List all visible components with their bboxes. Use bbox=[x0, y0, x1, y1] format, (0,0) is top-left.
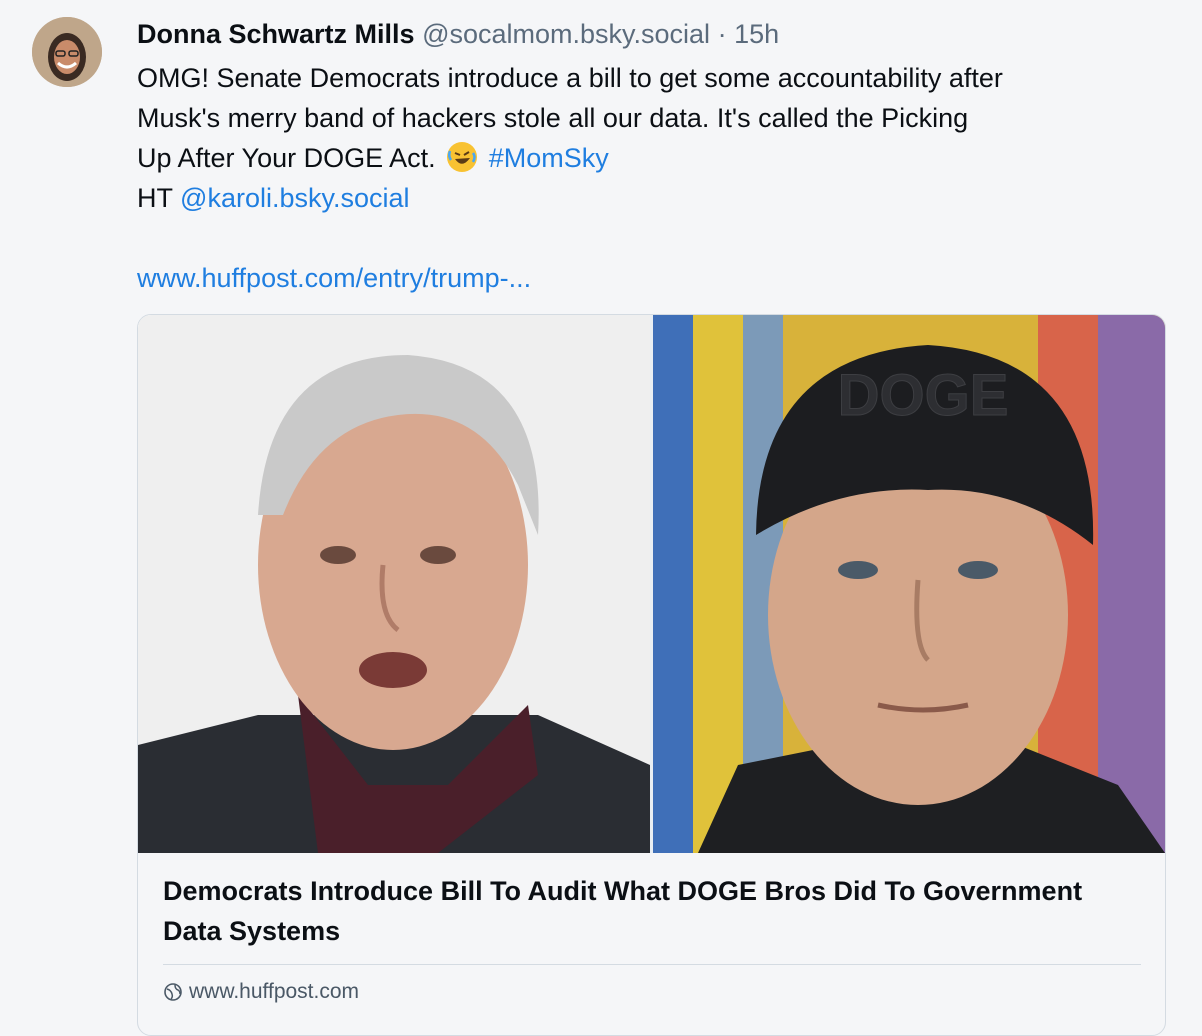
post-text-spacer bbox=[137, 218, 1182, 258]
header-separator: · bbox=[717, 19, 727, 49]
post: Donna Schwartz Mills @socalmom.bsky.soci… bbox=[0, 0, 1202, 1036]
link-preview-title[interactable]: Democrats Introduce Bill To Audit What D… bbox=[163, 871, 1143, 951]
post-text-line: Up After Your DOGE Act. #MomSky bbox=[137, 138, 1182, 178]
post-text-line: Musk's merry band of hackers stole all o… bbox=[137, 103, 969, 133]
link-preview-image[interactable]: DOGE bbox=[138, 315, 1165, 853]
hashtag-link[interactable]: #MomSky bbox=[489, 143, 609, 173]
link-preview-domain-text: www.huffpost.com bbox=[189, 980, 360, 1003]
cap-text: DOGE bbox=[838, 363, 1009, 428]
post-text-line: HT @karoli.bsky.social bbox=[137, 178, 1182, 218]
mention-link[interactable]: @karoli.bsky.social bbox=[180, 183, 409, 213]
man-gray-hair-photo bbox=[138, 315, 650, 853]
post-text: OMG! Senate Democrats introduce a bill t… bbox=[137, 58, 1182, 298]
post-timestamp[interactable]: 15h bbox=[734, 19, 779, 49]
link-preview-domain[interactable]: www.huffpost.com bbox=[163, 980, 359, 1004]
man-doge-cap-photo: DOGE bbox=[653, 315, 1165, 853]
link-preview-card[interactable]: DOGE Democrats Introduce Bill To Audit W… bbox=[137, 314, 1166, 1036]
post-url-link[interactable]: www.huffpost.com/entry/trump-... bbox=[137, 258, 1182, 298]
post-header: Donna Schwartz Mills @socalmom.bsky.soci… bbox=[137, 16, 779, 52]
globe-icon bbox=[163, 982, 183, 1002]
post-text-fragment: Up After Your DOGE Act. bbox=[137, 143, 436, 173]
card-divider bbox=[163, 964, 1141, 965]
post-text-line: OMG! Senate Democrats introduce a bill t… bbox=[137, 63, 1003, 93]
rofl-emoji-icon bbox=[447, 142, 478, 172]
author-handle[interactable]: @socalmom.bsky.social bbox=[422, 19, 710, 49]
author-name[interactable]: Donna Schwartz Mills bbox=[137, 19, 415, 49]
post-text-fragment: HT bbox=[137, 183, 173, 213]
avatar[interactable] bbox=[32, 17, 102, 87]
